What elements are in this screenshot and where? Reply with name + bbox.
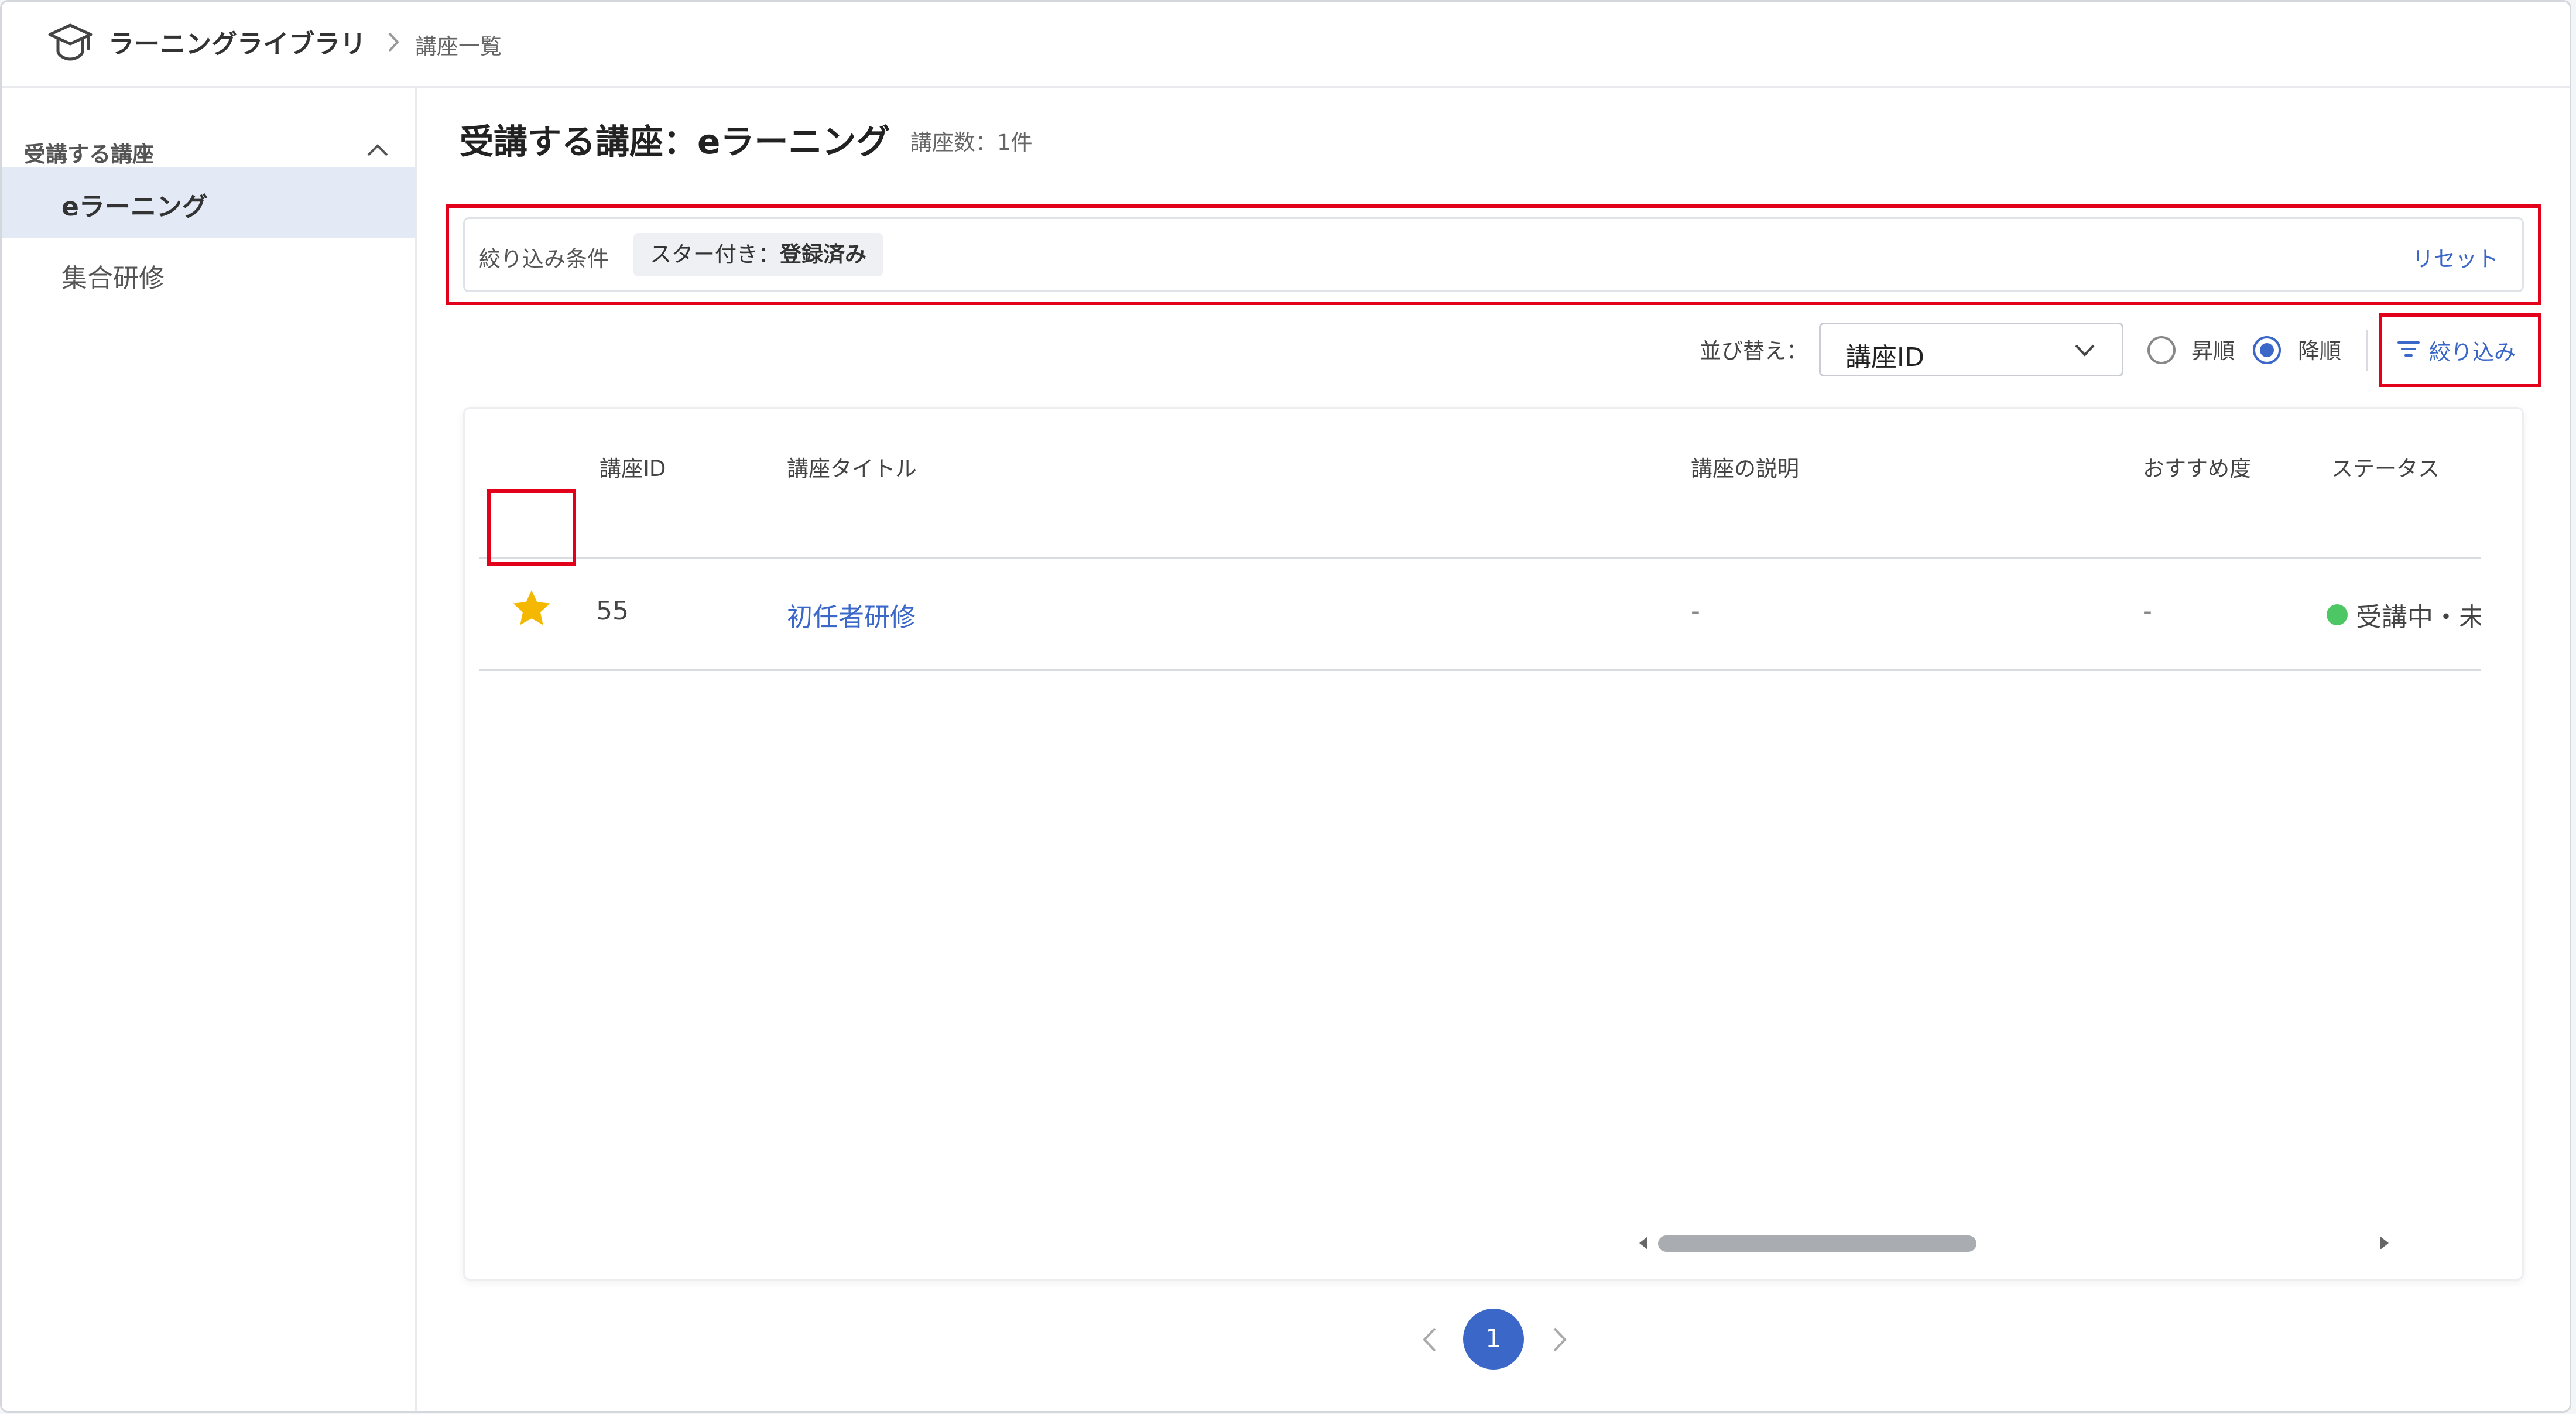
filter-condition-label: 絞り込み条件 (479, 246, 609, 272)
column-header-course-id[interactable]: 講座ID (600, 451, 666, 482)
radio-descending-label[interactable]: 降順 (2298, 333, 2341, 365)
filter-button[interactable]: 絞り込み (2395, 323, 2524, 375)
reset-filter-link[interactable]: リセット (2412, 241, 2499, 273)
sort-select-value: 講座ID (1845, 343, 1924, 372)
filter-chip-value: 登録済み (780, 242, 866, 267)
course-count: 講座数：1件 (910, 130, 1033, 155)
pagination-page-1[interactable]: 1 (1463, 1309, 1524, 1370)
table-row[interactable]: 55 初任者研修 - - 受講中・未 (479, 560, 2481, 671)
star-icon[interactable] (509, 587, 554, 631)
sidebar-item-group-training[interactable]: 集合研修 (2, 238, 415, 310)
sidebar: 受講する講座 eラーニング 集合研修 (2, 88, 417, 1411)
radio-ascending[interactable] (2146, 334, 2177, 366)
radio-descending[interactable] (2251, 334, 2283, 366)
course-table: 講座ID 講座タイトル 講座の説明 おすすめ度 ステータス 55 初任者研修 -… (463, 407, 2524, 1281)
sort-select[interactable]: 講座ID (1819, 323, 2123, 376)
horizontal-scrollbar-thumb[interactable] (1658, 1235, 1976, 1252)
filter-condition-bar: 絞り込み条件 スター付き：登録済み リセット (463, 217, 2524, 292)
sidebar-item-label: 集合研修 (61, 263, 165, 293)
cell-course-id: 55 (596, 596, 629, 626)
filter-button-label: 絞り込み (2429, 340, 2516, 365)
filter-icon (2397, 341, 2420, 357)
pagination-prev-icon[interactable] (1413, 1319, 1448, 1360)
column-header-course-title[interactable]: 講座タイトル (787, 451, 917, 482)
highlight-box-star (487, 489, 576, 566)
app-window: ラーニングライブラリ 講座一覧 受講する講座 eラーニング 集合研修 受講する講… (0, 0, 2571, 1413)
sidebar-item-label: eラーニング (61, 192, 208, 222)
column-header-description[interactable]: 講座の説明 (1691, 451, 1799, 482)
table-header-divider (479, 557, 2481, 559)
sidebar-item-elearning[interactable]: eラーニング (2, 167, 415, 238)
sidebar-group-label: 受講する講座 (24, 142, 154, 167)
radio-ascending-label[interactable]: 昇順 (2191, 333, 2235, 365)
pagination-next-icon[interactable] (1542, 1319, 1577, 1360)
breadcrumb-app-title[interactable]: ラーニングライブラリ (108, 23, 366, 60)
chevron-up-icon[interactable] (362, 139, 393, 160)
chevron-down-icon (2075, 344, 2095, 357)
sidebar-group-header[interactable]: 受講する講座 (2, 106, 415, 170)
main-content: 受講する講座：eラーニング 講座数：1件 絞り込み条件 スター付き：登録済み リ… (417, 88, 2570, 1411)
breadcrumb-current: 講座一覧 (415, 34, 502, 59)
cell-status: 受講中・未 (2356, 602, 2481, 632)
cell-description: - (1691, 596, 1700, 626)
filter-chip-starred[interactable]: スター付き：登録済み (633, 233, 883, 276)
column-header-recommend[interactable]: おすすめ度 (2143, 451, 2251, 482)
cell-recommend: - (2143, 596, 2152, 626)
sort-label: 並び替え： (1700, 338, 1808, 364)
cell-course-title-link[interactable]: 初任者研修 (787, 596, 916, 634)
scroll-right-arrow[interactable] (2377, 1234, 2392, 1252)
scroll-left-arrow[interactable] (1636, 1234, 1651, 1252)
toolbar-divider (2366, 330, 2368, 371)
page-title: 受講する講座：eラーニング (460, 122, 890, 162)
graduation-cap-icon (48, 23, 93, 61)
chevron-right-icon (388, 32, 399, 52)
filter-chip-prefix: スター付き： (650, 242, 780, 267)
status-dot (2327, 604, 2348, 625)
top-header: ラーニングライブラリ 講座一覧 (2, 2, 2570, 88)
column-header-status[interactable]: ステータス (2331, 451, 2440, 482)
